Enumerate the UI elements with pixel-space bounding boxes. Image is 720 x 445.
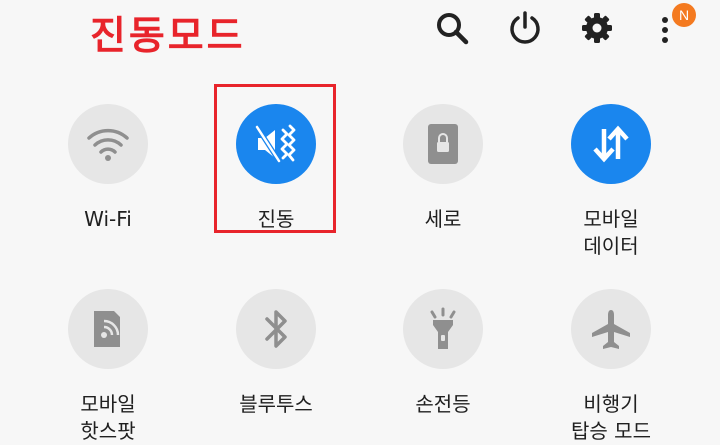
airplane-tile[interactable]: 비행기 탑승 모드: [531, 289, 691, 445]
mobile-data-tile[interactable]: 모바일 데이터: [531, 104, 691, 260]
tile-label-portrait: 세로: [424, 207, 462, 231]
bluetooth-tile[interactable]: 블루투스: [196, 289, 356, 418]
flashlight-icon[interactable]: [403, 289, 483, 369]
airplane-icon[interactable]: [571, 289, 651, 369]
mobile-data-icon[interactable]: [571, 104, 651, 184]
tile-label-bluetooth: 블루투스: [239, 392, 313, 416]
hotspot-icon[interactable]: [68, 289, 148, 369]
tile-label-airplane: 비행기 탑승 모드: [571, 392, 651, 443]
tile-label-wifi: Wi-Fi: [84, 207, 132, 231]
page-title: 진동모드: [90, 14, 246, 59]
bluetooth-icon[interactable]: [236, 289, 316, 369]
power-icon[interactable]: [507, 10, 543, 46]
portrait-tile[interactable]: 세로: [363, 104, 523, 233]
notification-badge: N: [672, 3, 696, 27]
tile-label-flashlight: 손전등: [415, 392, 471, 416]
settings-icon[interactable]: [579, 10, 615, 46]
portrait-lock-icon[interactable]: [403, 104, 483, 184]
flashlight-tile[interactable]: 손전등: [363, 289, 523, 418]
wifi-icon[interactable]: [68, 104, 148, 184]
highlight-box: [214, 84, 336, 233]
search-icon[interactable]: [434, 10, 470, 46]
tile-label-mobile-data: 모바일 데이터: [583, 207, 639, 258]
wifi-tile[interactable]: Wi-Fi: [28, 104, 188, 233]
tile-label-hotspot: 모바일 핫스팟: [80, 392, 136, 443]
hotspot-tile[interactable]: 모바일 핫스팟: [28, 289, 188, 445]
